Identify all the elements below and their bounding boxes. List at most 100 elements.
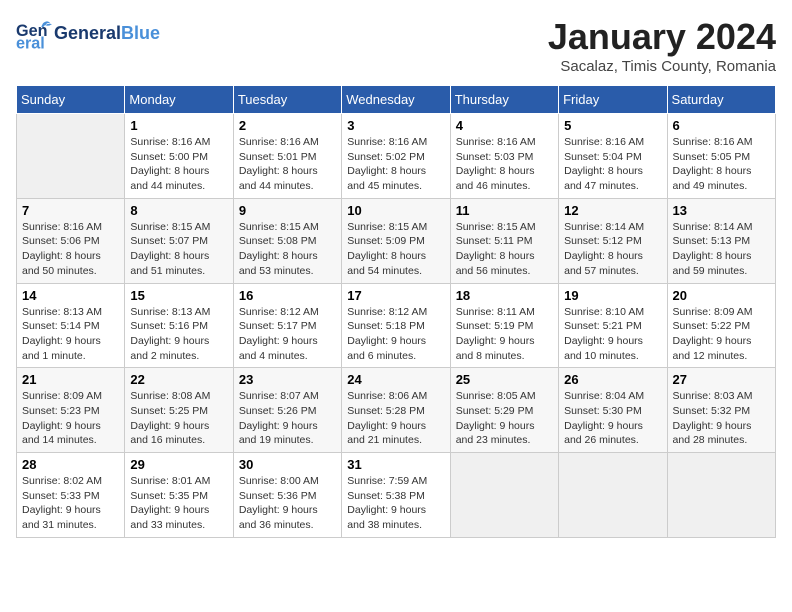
day-info: Sunrise: 8:16 AM Sunset: 5:03 PM Dayligh…	[456, 135, 553, 194]
daylight: Daylight: 9 hours and 26 minutes.	[564, 420, 643, 447]
day-info: Sunrise: 8:10 AM Sunset: 5:21 PM Dayligh…	[564, 305, 661, 364]
day-info: Sunrise: 8:12 AM Sunset: 5:18 PM Dayligh…	[347, 305, 444, 364]
daylight: Daylight: 8 hours and 44 minutes.	[130, 165, 209, 192]
logo: Gen eral GeneralBlue	[16, 16, 160, 52]
daylight: Daylight: 9 hours and 28 minutes.	[673, 420, 752, 447]
sunset: Sunset: 5:13 PM	[673, 235, 751, 247]
calendar-cell: 2 Sunrise: 8:16 AM Sunset: 5:01 PM Dayli…	[233, 114, 341, 199]
daylight: Daylight: 8 hours and 59 minutes.	[673, 250, 752, 277]
sunrise: Sunrise: 8:16 AM	[239, 136, 319, 148]
day-info: Sunrise: 8:14 AM Sunset: 5:13 PM Dayligh…	[673, 220, 770, 279]
sunrise: Sunrise: 8:15 AM	[456, 221, 536, 233]
sunrise: Sunrise: 8:16 AM	[22, 221, 102, 233]
day-number: 15	[130, 288, 227, 303]
daylight: Daylight: 8 hours and 54 minutes.	[347, 250, 426, 277]
day-number: 2	[239, 118, 336, 133]
logo-blue: Blue	[121, 23, 160, 43]
day-info: Sunrise: 8:12 AM Sunset: 5:17 PM Dayligh…	[239, 305, 336, 364]
sunrise: Sunrise: 8:09 AM	[673, 306, 753, 318]
day-info: Sunrise: 8:01 AM Sunset: 5:35 PM Dayligh…	[130, 474, 227, 533]
daylight: Daylight: 9 hours and 6 minutes.	[347, 335, 426, 362]
sunrise: Sunrise: 8:13 AM	[22, 306, 102, 318]
daylight: Daylight: 9 hours and 23 minutes.	[456, 420, 535, 447]
day-number: 28	[22, 457, 119, 472]
calendar-cell: 6 Sunrise: 8:16 AM Sunset: 5:05 PM Dayli…	[667, 114, 775, 199]
day-info: Sunrise: 8:16 AM Sunset: 5:02 PM Dayligh…	[347, 135, 444, 194]
calendar-cell: 12 Sunrise: 8:14 AM Sunset: 5:12 PM Dayl…	[559, 198, 667, 283]
sunrise: Sunrise: 8:12 AM	[239, 306, 319, 318]
calendar-cell: 10 Sunrise: 8:15 AM Sunset: 5:09 PM Dayl…	[342, 198, 450, 283]
logo-icon: Gen eral	[16, 16, 52, 52]
daylight: Daylight: 8 hours and 47 minutes.	[564, 165, 643, 192]
sunrise: Sunrise: 8:01 AM	[130, 475, 210, 487]
header-wednesday: Wednesday	[342, 86, 450, 114]
calendar-cell: 25 Sunrise: 8:05 AM Sunset: 5:29 PM Dayl…	[450, 368, 558, 453]
daylight: Daylight: 9 hours and 38 minutes.	[347, 504, 426, 531]
sunset: Sunset: 5:12 PM	[564, 235, 642, 247]
day-info: Sunrise: 8:16 AM Sunset: 5:00 PM Dayligh…	[130, 135, 227, 194]
day-number: 24	[347, 372, 444, 387]
sunset: Sunset: 5:05 PM	[673, 151, 751, 163]
header-tuesday: Tuesday	[233, 86, 341, 114]
sunrise: Sunrise: 8:16 AM	[564, 136, 644, 148]
sunset: Sunset: 5:11 PM	[456, 235, 533, 247]
sunrise: Sunrise: 8:15 AM	[347, 221, 427, 233]
day-info: Sunrise: 8:11 AM Sunset: 5:19 PM Dayligh…	[456, 305, 553, 364]
location-subtitle: Sacalaz, Timis County, Romania	[548, 58, 776, 75]
day-info: Sunrise: 8:02 AM Sunset: 5:33 PM Dayligh…	[22, 474, 119, 533]
calendar-cell: 30 Sunrise: 8:00 AM Sunset: 5:36 PM Dayl…	[233, 453, 341, 538]
calendar-cell: 21 Sunrise: 8:09 AM Sunset: 5:23 PM Dayl…	[17, 368, 125, 453]
daylight: Daylight: 8 hours and 45 minutes.	[347, 165, 426, 192]
calendar-cell: 11 Sunrise: 8:15 AM Sunset: 5:11 PM Dayl…	[450, 198, 558, 283]
sunrise: Sunrise: 8:07 AM	[239, 390, 319, 402]
day-info: Sunrise: 8:15 AM Sunset: 5:09 PM Dayligh…	[347, 220, 444, 279]
day-number: 8	[130, 203, 227, 218]
sunset: Sunset: 5:18 PM	[347, 320, 425, 332]
sunset: Sunset: 5:25 PM	[130, 405, 208, 417]
calendar-week-5: 28 Sunrise: 8:02 AM Sunset: 5:33 PM Dayl…	[17, 453, 776, 538]
day-number: 23	[239, 372, 336, 387]
daylight: Daylight: 8 hours and 46 minutes.	[456, 165, 535, 192]
calendar-cell: 3 Sunrise: 8:16 AM Sunset: 5:02 PM Dayli…	[342, 114, 450, 199]
svg-text:eral: eral	[16, 34, 45, 52]
day-number: 29	[130, 457, 227, 472]
daylight: Daylight: 8 hours and 50 minutes.	[22, 250, 101, 277]
calendar-cell: 18 Sunrise: 8:11 AM Sunset: 5:19 PM Dayl…	[450, 283, 558, 368]
day-info: Sunrise: 8:16 AM Sunset: 5:05 PM Dayligh…	[673, 135, 770, 194]
daylight: Daylight: 9 hours and 31 minutes.	[22, 504, 101, 531]
daylight: Daylight: 9 hours and 21 minutes.	[347, 420, 426, 447]
sunrise: Sunrise: 8:05 AM	[456, 390, 536, 402]
day-number: 27	[673, 372, 770, 387]
sunset: Sunset: 5:26 PM	[239, 405, 317, 417]
daylight: Daylight: 9 hours and 16 minutes.	[130, 420, 209, 447]
calendar-cell	[17, 114, 125, 199]
calendar-cell: 22 Sunrise: 8:08 AM Sunset: 5:25 PM Dayl…	[125, 368, 233, 453]
sunset: Sunset: 5:06 PM	[22, 235, 100, 247]
day-info: Sunrise: 8:09 AM Sunset: 5:23 PM Dayligh…	[22, 389, 119, 448]
sunrise: Sunrise: 8:06 AM	[347, 390, 427, 402]
month-title: January 2024	[548, 16, 776, 58]
day-number: 25	[456, 372, 553, 387]
day-info: Sunrise: 8:16 AM Sunset: 5:06 PM Dayligh…	[22, 220, 119, 279]
day-number: 20	[673, 288, 770, 303]
sunset: Sunset: 5:23 PM	[22, 405, 100, 417]
daylight: Daylight: 8 hours and 44 minutes.	[239, 165, 318, 192]
day-number: 3	[347, 118, 444, 133]
sunset: Sunset: 5:04 PM	[564, 151, 642, 163]
daylight: Daylight: 8 hours and 53 minutes.	[239, 250, 318, 277]
sunset: Sunset: 5:03 PM	[456, 151, 534, 163]
sunrise: Sunrise: 8:13 AM	[130, 306, 210, 318]
day-number: 4	[456, 118, 553, 133]
day-number: 5	[564, 118, 661, 133]
calendar-cell: 20 Sunrise: 8:09 AM Sunset: 5:22 PM Dayl…	[667, 283, 775, 368]
day-info: Sunrise: 8:15 AM Sunset: 5:08 PM Dayligh…	[239, 220, 336, 279]
sunset: Sunset: 5:08 PM	[239, 235, 317, 247]
sunrise: Sunrise: 8:15 AM	[130, 221, 210, 233]
sunrise: Sunrise: 8:16 AM	[456, 136, 536, 148]
sunset: Sunset: 5:30 PM	[564, 405, 642, 417]
day-info: Sunrise: 8:14 AM Sunset: 5:12 PM Dayligh…	[564, 220, 661, 279]
header-saturday: Saturday	[667, 86, 775, 114]
sunset: Sunset: 5:17 PM	[239, 320, 317, 332]
sunset: Sunset: 5:28 PM	[347, 405, 425, 417]
calendar-header-row: SundayMondayTuesdayWednesdayThursdayFrid…	[17, 86, 776, 114]
